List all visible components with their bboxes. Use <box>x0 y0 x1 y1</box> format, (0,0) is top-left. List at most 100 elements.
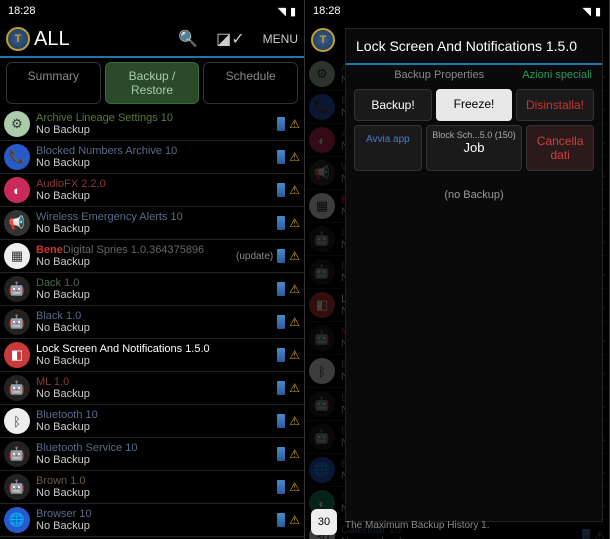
app-icon: 🤖 <box>309 325 335 351</box>
app-icon: 📢 <box>309 160 335 186</box>
warn-icon: ⚠ <box>289 249 300 263</box>
tab-schedule[interactable]: Schedule <box>203 62 298 104</box>
phone-icon <box>277 282 285 296</box>
calendar-icon: 30 <box>311 509 337 535</box>
app-row[interactable]: 📢Wireless Emergency Alerts 10No Backup⚠ <box>0 207 304 240</box>
dialog: Lock Screen And Notifications 1.5.0 Back… <box>345 28 603 522</box>
job-top: Block Sch...5.0 (150) <box>431 130 518 140</box>
app-row[interactable]: 🤖 Black 1.0No Backup ⚠ <box>0 306 304 339</box>
special-actions-label[interactable]: Azioni speciali <box>522 69 592 81</box>
app-name: Blocked Numbers Archive 10 <box>36 145 277 157</box>
backup-properties-label[interactable]: Backup Properties <box>356 69 522 81</box>
app-icon: 🌐 <box>309 457 335 483</box>
app-sub: No Backup <box>36 289 277 301</box>
title: ALL <box>34 28 178 51</box>
warn-icon: ⚠ <box>289 513 300 527</box>
app-name: ML 1.0 <box>36 376 277 388</box>
app-row[interactable]: 🌐Browser 10No Backup⚠ <box>0 504 304 537</box>
app-icon: 🤖 <box>4 474 30 500</box>
app-row[interactable]: ◧Lock Screen And Notifications 1.5.0No B… <box>0 339 304 372</box>
app-icon: 🤖 <box>4 309 30 335</box>
warn-icon: ⚠ <box>289 315 300 329</box>
app-icon: ᛒ <box>4 408 30 434</box>
warn-icon: ⚠ <box>289 117 300 131</box>
menu-button[interactable]: MENU <box>263 32 298 46</box>
app-icon: ◐ <box>4 177 30 203</box>
app-icon: ⚙ <box>309 61 335 87</box>
app-row[interactable]: 🤖ML 1.0No Backup⚠ <box>0 372 304 405</box>
job-main: Job <box>431 140 518 155</box>
status-icons: ◥ ▮ <box>277 5 296 18</box>
app-logo[interactable]: T <box>311 28 335 52</box>
warn-icon: ⚠ <box>289 282 300 296</box>
battery-icon: ▮ <box>290 5 296 18</box>
app-name: AudioFX 2.2.0 <box>36 178 277 190</box>
warn-icon: ⚠ <box>289 150 300 164</box>
clear-data-button[interactable]: Cancella dati <box>526 125 594 171</box>
app-icon: 🤖 <box>309 391 335 417</box>
clock: 18:28 <box>8 5 36 17</box>
wifi-icon: ◥ <box>277 5 285 18</box>
app-icon: ▦ <box>4 243 30 269</box>
phone-icon <box>582 529 590 539</box>
app-name: Bluetooth 10 <box>36 409 277 421</box>
app-row[interactable]: 🤖 Brown 1.0No Backup ⚠ <box>0 471 304 504</box>
app-row[interactable]: 🤖Bluetooth Service 10No Backup⚠ <box>0 438 304 471</box>
status-icons: ◥ ▮ <box>582 5 601 18</box>
freeze-button[interactable]: Freeze! <box>436 89 512 121</box>
update-label: (update) <box>236 251 273 262</box>
app-logo[interactable]: T <box>6 27 30 51</box>
phone-icon <box>277 414 285 428</box>
app-sub: No Backup <box>36 322 277 334</box>
app-name: BeneDigital Spries 1.0.364375896 <box>36 244 236 256</box>
app-row[interactable]: ᛒBluetooth 10No Backup⚠ <box>0 405 304 438</box>
app-icon: 🌐 <box>4 507 30 533</box>
wifi-icon: ◥ <box>582 5 590 18</box>
uninstall-button[interactable]: Disinstalla! <box>516 89 594 121</box>
app-name: Archive Lineage Settings 10 <box>36 112 277 124</box>
app-icon: ◧ <box>309 292 335 318</box>
app-sub: No Backup <box>36 157 277 169</box>
job-block[interactable]: Block Sch...5.0 (150) Job <box>426 125 523 171</box>
app-name: Black 1.0 <box>36 310 277 322</box>
select-icon[interactable]: ◪✓ <box>216 29 245 49</box>
app-name: Dack 1.0 <box>36 277 277 289</box>
search-icon[interactable]: 🔍 <box>178 29 198 49</box>
dialog-subheader: Backup Properties Azioni speciali <box>346 65 602 85</box>
backup-button[interactable]: Backup! <box>354 89 432 121</box>
app-icon: 📞 <box>4 144 30 170</box>
app-sub: No Backup <box>36 223 277 235</box>
launch-button[interactable]: Avvia app <box>354 125 422 171</box>
app-icon: ᛒ <box>309 358 335 384</box>
app-sub: No Backup <box>36 487 277 499</box>
app-row[interactable]: ▦ BeneDigital Spries 1.0.364375896No Back… <box>0 240 304 273</box>
phone-icon <box>277 513 285 527</box>
battery-icon: ▮ <box>595 5 601 18</box>
app-icon: ▦ <box>309 193 335 219</box>
app-name: Browser 10 <box>36 508 277 520</box>
tab-backup[interactable]: Backup / Restore <box>105 62 200 104</box>
warn-icon: ⚠ <box>289 216 300 230</box>
app-row[interactable]: ⚙Archive Lineage Settings 10No Backup⚠ <box>0 108 304 141</box>
app-row[interactable]: ◐AudioFX 2.2.0No Backup⚠ <box>0 174 304 207</box>
app-row[interactable]: 📞 Blocked Numbers Archive 10No Backup ⚠ <box>0 141 304 174</box>
phone-icon <box>277 480 285 494</box>
clock: 18:28 <box>313 5 341 17</box>
phone-icon <box>277 447 285 461</box>
phone-icon <box>277 216 285 230</box>
left-phone: 18:28 ◥ ▮ T ALL 🔍 ◪✓ MENU Summary Backup… <box>0 0 305 539</box>
app-name: Wireless Emergency Alerts 10 <box>36 211 277 223</box>
app-name: Brown 1.0 <box>36 475 277 487</box>
warn-icon: ⚠ <box>289 381 300 395</box>
tab-summary[interactable]: Summary <box>6 62 101 104</box>
phone-icon <box>277 315 285 329</box>
app-list[interactable]: ⚙Archive Lineage Settings 10No Backup⚠ 📞 B… <box>0 108 304 539</box>
app-sub: No Backup <box>36 421 277 433</box>
phone-icon <box>277 348 285 362</box>
app-name: Lock Screen And Notifications 1.5.0 <box>36 343 277 355</box>
app-sub: No Backup <box>36 256 236 268</box>
app-icon: 🤖 <box>309 424 335 450</box>
phone-icon <box>277 249 285 263</box>
app-row[interactable]: 🤖Dack 1.0No Backup⚠ <box>0 273 304 306</box>
warn-icon: ⚠ <box>289 480 300 494</box>
